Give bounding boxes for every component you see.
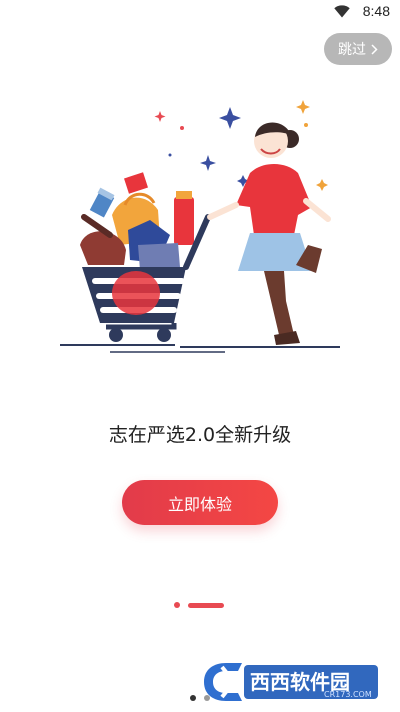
skip-button[interactable]: 跳过 [324,33,392,65]
bottom-dot-1 [190,695,196,701]
status-bar: 8:48 [0,0,400,26]
sparkle-icons [154,100,328,191]
wifi-icon [334,5,350,18]
shopping-items [80,172,194,270]
page-dot-1 [174,602,180,608]
try-now-button-label: 立即体验 [167,494,232,514]
chevron-right-icon [371,43,378,55]
watermark-logo: 西西软件园 CR173.COM [204,663,378,701]
headline-text: 志在严选2.0全新升级 [108,424,292,446]
woman-figure [207,122,331,345]
try-now-button[interactable]: 立即体验 [122,480,278,525]
status-time: 8:48 [362,3,390,19]
page-indicator [174,602,224,608]
page-dot-2-active [188,602,224,608]
watermark-domain: CR173.COM [324,690,372,699]
shopping-illustration [60,100,340,353]
skip-button-label: 跳过 [338,42,366,58]
ground-lines [60,344,340,353]
